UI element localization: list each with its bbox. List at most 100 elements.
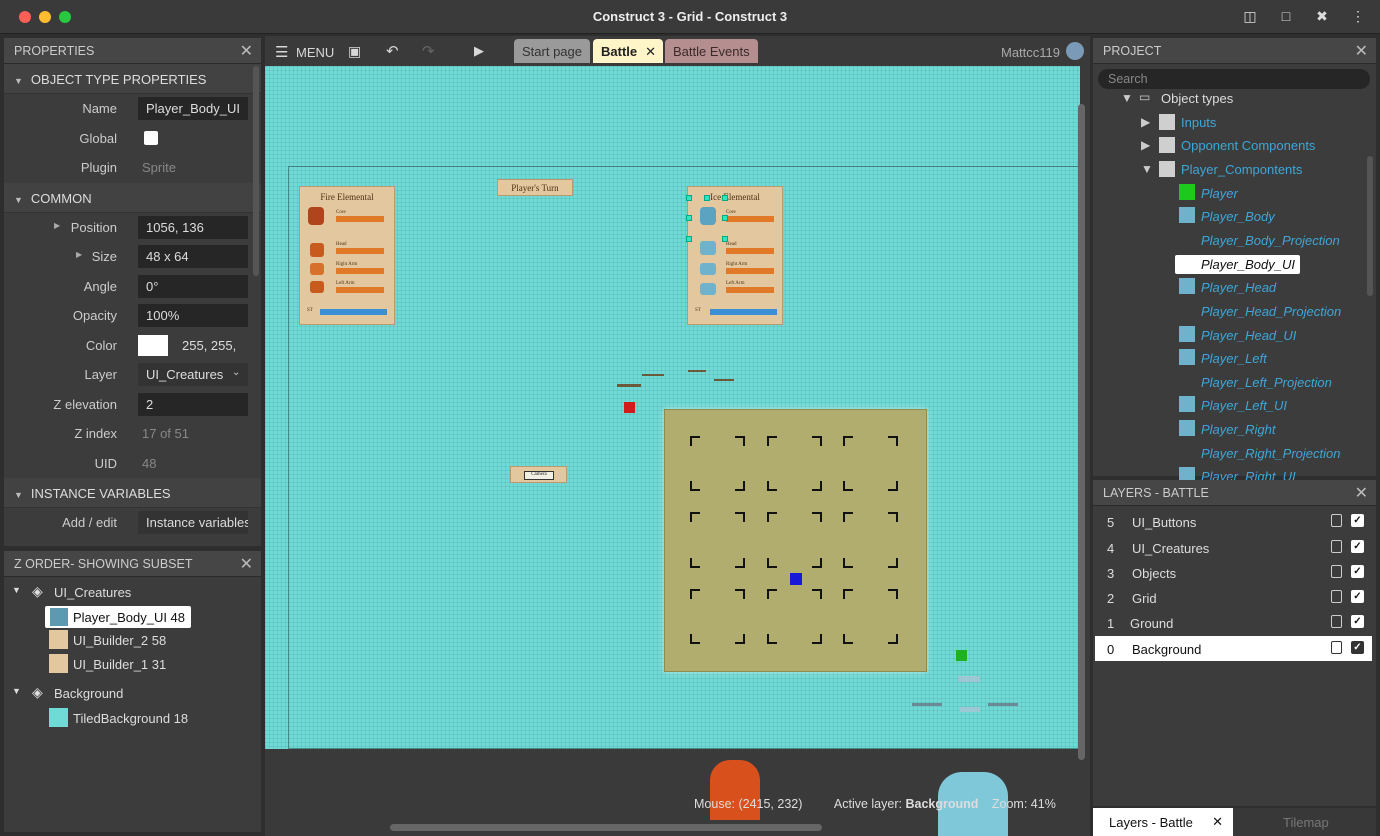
- projection-sprite[interactable]: [617, 384, 641, 387]
- lock-icon[interactable]: [1331, 641, 1342, 654]
- close-icon[interactable]: ✕: [240, 554, 253, 574]
- name-field[interactable]: Player_Body_UI: [138, 97, 248, 120]
- object-type-item[interactable]: Player_Left_UI: [1201, 398, 1287, 413]
- object-type-item[interactable]: Player_Right: [1201, 422, 1275, 437]
- visibility-checkbox[interactable]: ✓: [1351, 540, 1364, 553]
- ice-elemental-card[interactable]: Ice Elemental Core Head Right Arm Left A…: [687, 186, 783, 325]
- projection-sprite[interactable]: [714, 379, 734, 381]
- ice-projection-sprite[interactable]: [988, 703, 1018, 706]
- projection-sprite[interactable]: [642, 374, 664, 376]
- object-type-item[interactable]: Player_Left_Projection: [1201, 375, 1332, 390]
- folder-item[interactable]: Player_Compontents: [1181, 162, 1302, 177]
- layer-row[interactable]: 2 Grid ✓: [1095, 585, 1372, 610]
- redo-icon[interactable]: ↷: [422, 42, 435, 60]
- selection-handle[interactable]: [686, 215, 692, 221]
- tab-start-page[interactable]: Start page: [514, 39, 590, 63]
- angle-field[interactable]: 0°: [138, 274, 248, 298]
- close-icon[interactable]: ✕: [1355, 483, 1368, 503]
- selection-handle[interactable]: [686, 236, 692, 242]
- tab-layers-battle[interactable]: Layers - Battle ✕: [1093, 808, 1233, 836]
- selection-handle[interactable]: [722, 215, 728, 221]
- more-icon[interactable]: ⋮: [1350, 8, 1366, 26]
- object-type-item[interactable]: Player_Right_Projection: [1201, 446, 1340, 461]
- size-field[interactable]: 48 x 64: [138, 245, 248, 268]
- visibility-checkbox[interactable]: ✓: [1351, 615, 1364, 628]
- object-type-item[interactable]: Player_Left: [1201, 351, 1267, 366]
- layer-row[interactable]: 4 UI_Creatures ✓: [1095, 535, 1372, 560]
- object-types-folder[interactable]: Object types: [1161, 91, 1233, 106]
- selection-handle[interactable]: [686, 195, 692, 201]
- undo-icon[interactable]: ↶: [386, 42, 399, 60]
- avatar[interactable]: [1066, 42, 1084, 60]
- ice-projection-sprite[interactable]: [912, 703, 942, 706]
- common-section[interactable]: ▼ COMMON: [4, 182, 261, 213]
- vertical-scrollbar[interactable]: [1078, 104, 1085, 760]
- object-type-item[interactable]: Player_Body_UI: [1175, 255, 1300, 274]
- opacity-field[interactable]: 100%: [138, 304, 248, 327]
- battle-grid[interactable]: [664, 409, 927, 672]
- tab-battle-events[interactable]: Battle Events: [665, 39, 758, 63]
- chevron-down-icon[interactable]: ⌄: [232, 367, 240, 378]
- lock-icon[interactable]: [1331, 590, 1342, 603]
- tab-battle[interactable]: Battle ✕: [593, 39, 663, 63]
- addon-icon[interactable]: ✖: [1314, 8, 1330, 26]
- close-icon[interactable]: ✕: [1212, 814, 1223, 830]
- visibility-checkbox[interactable]: ✓: [1351, 514, 1364, 527]
- scrollbar[interactable]: [253, 66, 259, 276]
- zorder-item[interactable]: Player_Body_UI 48: [4, 605, 261, 629]
- global-checkbox[interactable]: [144, 130, 158, 145]
- tab-tilemap[interactable]: Tilemap: [1283, 815, 1329, 830]
- object-type-item[interactable]: Player_Head_UI: [1201, 328, 1296, 343]
- save-icon[interactable]: ▣: [348, 43, 361, 60]
- zelev-field[interactable]: 2: [138, 392, 248, 416]
- layer-row[interactable]: 3 Objects ✓: [1095, 560, 1372, 585]
- lock-icon[interactable]: [1331, 540, 1342, 553]
- horizontal-scrollbar[interactable]: [390, 824, 822, 831]
- clipboard-icon[interactable]: ◫: [1242, 8, 1258, 26]
- play-icon[interactable]: ▶: [474, 43, 484, 59]
- ice-projection-sprite[interactable]: [960, 707, 980, 712]
- visibility-checkbox[interactable]: ✓: [1351, 565, 1364, 578]
- lock-icon[interactable]: [1331, 565, 1342, 578]
- zorder-item[interactable]: UI_Builder_1 31: [4, 652, 261, 676]
- red-marker[interactable]: [624, 402, 635, 413]
- object-type-item[interactable]: Player_Head: [1201, 280, 1276, 295]
- camera-object[interactable]: Camera: [510, 466, 567, 483]
- fire-character-sprite[interactable]: [710, 760, 760, 820]
- expand-icon[interactable]: ▶: [76, 250, 82, 259]
- lock-icon[interactable]: [1331, 615, 1342, 628]
- object-type-item[interactable]: Player_Head_Projection: [1201, 304, 1341, 319]
- folder-item[interactable]: Inputs: [1181, 115, 1216, 130]
- selection-handle[interactable]: [704, 195, 710, 201]
- object-type-section[interactable]: ▼ OBJECT TYPE PROPERTIES: [4, 64, 261, 94]
- object-type-item[interactable]: Player_Body: [1201, 209, 1275, 224]
- selection-handle[interactable]: [722, 236, 728, 242]
- projection-sprite[interactable]: [688, 370, 706, 372]
- close-icon[interactable]: ✕: [1355, 41, 1368, 61]
- position-field[interactable]: 1056, 136: [138, 215, 248, 239]
- layer-row[interactable]: 0 Background ✓: [1095, 636, 1372, 661]
- visibility-checkbox[interactable]: ✓: [1351, 641, 1364, 654]
- lock-icon[interactable]: [1331, 514, 1342, 527]
- zorder-item[interactable]: UI_Builder_2 58: [4, 628, 261, 652]
- username[interactable]: Mattcc119: [1001, 45, 1060, 60]
- green-marker[interactable]: [956, 650, 967, 661]
- folder-item[interactable]: Opponent Components: [1181, 138, 1315, 153]
- menu-icon[interactable]: ☰: [275, 43, 288, 61]
- expand-icon[interactable]: ▶: [54, 221, 60, 230]
- menu-button[interactable]: MENU: [296, 45, 334, 60]
- layer-row[interactable]: 1 Ground ✓: [1095, 610, 1372, 635]
- selection-handle[interactable]: [722, 195, 728, 201]
- blue-marker[interactable]: [790, 573, 802, 585]
- zorder-item[interactable]: TiledBackground 18: [4, 706, 261, 730]
- ice-projection-sprite[interactable]: [958, 676, 980, 682]
- scrollbar[interactable]: [1367, 156, 1373, 296]
- visibility-checkbox[interactable]: ✓: [1351, 590, 1364, 603]
- color-swatch[interactable]: [138, 334, 168, 356]
- zorder-group[interactable]: ▼ ◈ UI_Creatures: [4, 581, 261, 605]
- instance-variables-button[interactable]: Instance variables: [138, 511, 248, 534]
- fire-elemental-card[interactable]: Fire Elemental Core Head Right Arm Left …: [299, 186, 395, 325]
- instvars-section[interactable]: ▼ INSTANCE VARIABLES: [4, 478, 261, 508]
- color-field[interactable]: 255, 255,: [174, 334, 248, 357]
- document-icon[interactable]: □: [1278, 8, 1294, 26]
